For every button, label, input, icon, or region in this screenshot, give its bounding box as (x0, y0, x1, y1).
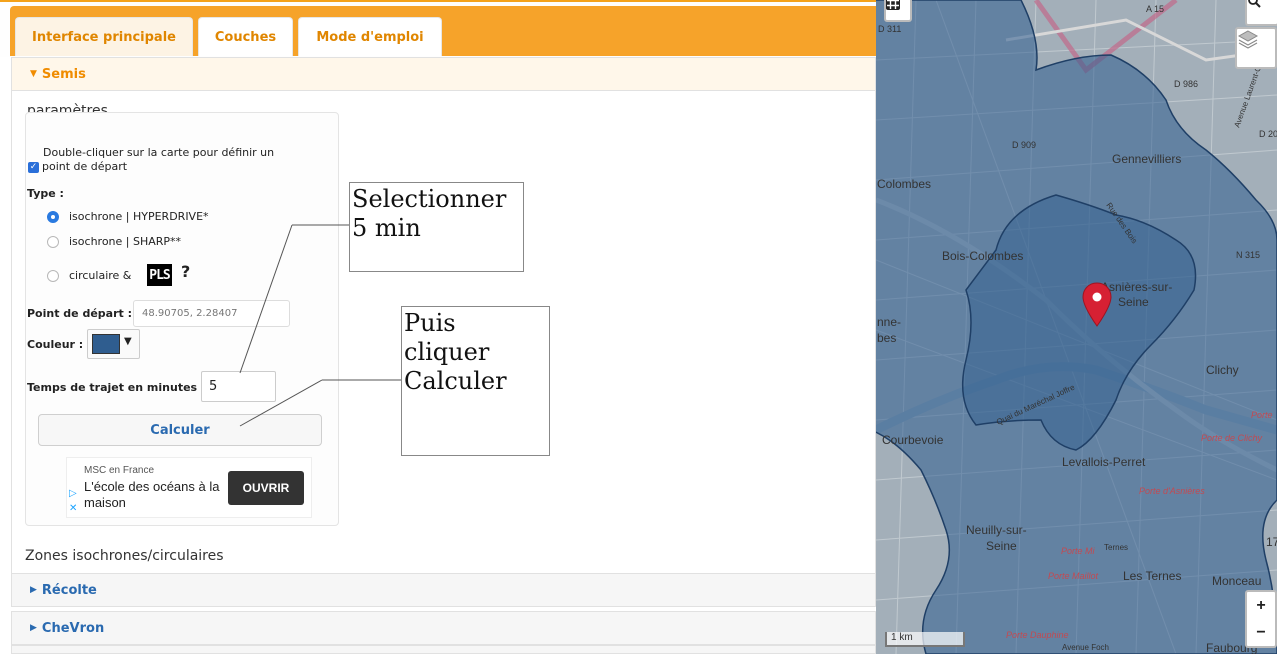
caret-right-icon: ▶ (30, 623, 37, 633)
accordion-chevron-label: CheVron (41, 620, 105, 636)
ad-source: MSC en France (84, 465, 155, 476)
map-label-n315: N 315 (1236, 250, 1260, 260)
map-label-porte-dauphine: Porte Dauphine (1006, 630, 1069, 640)
tab-interface-principale[interactable]: Interface principale (15, 17, 193, 56)
map-label-les-ternes: Les Ternes (1123, 569, 1181, 583)
tab-bar: Interface principale Couches Mode d'empl… (10, 6, 876, 56)
zoom-out-button[interactable]: − (1245, 619, 1277, 648)
layers-icon[interactable] (1235, 27, 1277, 69)
map-label-gennevilliers: Gennevilliers (1112, 152, 1181, 166)
radio-sharp[interactable] (47, 236, 59, 248)
map-label-neuilly-line1: Neuilly-sur- (966, 523, 1027, 537)
map-label-porte-mi: Porte Mi (1061, 546, 1096, 556)
annotation-note-click-calculer: Puis cliquer Calculer (401, 306, 550, 456)
accordion-next-header (11, 645, 876, 654)
map-label-courbevoie: Courbevoie (882, 433, 944, 447)
calculer-button[interactable]: Calculer (38, 414, 322, 446)
map-label-bes: bes (877, 331, 896, 345)
map-label-d311: D 311 (878, 24, 901, 34)
map-label-asnieres-line1: Asnières-sur- (1101, 280, 1172, 294)
dropdown-arrow-icon: ▼ (124, 336, 132, 347)
dblclick-checkbox-label: point de départ (42, 160, 128, 173)
ad-banner[interactable]: MSC en France L'école des océans à la ma… (66, 457, 312, 518)
map-scale-bar: 1 km (885, 632, 965, 647)
help-icon[interactable]: ? (181, 262, 190, 281)
map-label-porte-clichy: Porte de Clichy (1201, 433, 1263, 443)
radio-hyperdrive-label: isochrone | HYPERDRIVE* (69, 210, 209, 223)
map-label-porte-maillot: Porte Maillot (1048, 571, 1099, 581)
color-swatch (92, 334, 120, 354)
tab-mode-emploi[interactable]: Mode d'emploi (298, 17, 442, 56)
accordion-semis-label: Semis (41, 66, 86, 82)
tab-couches[interactable]: Couches (198, 17, 293, 56)
ad-close-icon[interactable]: ✕ (69, 503, 77, 514)
dblclick-instruction: Double-cliquer sur la carte pour définir… (43, 146, 275, 159)
left-panel: Interface principale Couches Mode d'empl… (0, 0, 876, 654)
map-label-a15: A 15 (1146, 4, 1164, 14)
radio-circulaire-label: circulaire & (69, 269, 132, 282)
map-label-d909: D 909 (1012, 140, 1036, 150)
radio-hyperdrive[interactable] (47, 211, 59, 223)
ad-open-button[interactable]: OUVRIR (228, 471, 304, 505)
caret-right-icon: ▶ (30, 585, 37, 595)
start-point-label: Point de départ : (27, 307, 133, 320)
map-label-bois-colombes: Bois-Colombes (942, 249, 1023, 263)
map-label-nne: nne- (877, 315, 901, 329)
map-label-monceau: Monceau (1212, 574, 1261, 588)
search-icon[interactable] (1245, 0, 1277, 26)
accordion-semis-header[interactable]: ▼ Semis (11, 57, 876, 91)
map-label-levallois: Levallois-Perret (1062, 455, 1146, 469)
map-label-neuilly-line2: Seine (986, 539, 1017, 553)
ad-title: L'école des océans à la maison (84, 479, 220, 510)
accordion-chevron-header[interactable]: ▶ CheVron (11, 611, 876, 645)
map-label-ternes-small: Ternes (1104, 543, 1128, 552)
pls-badge: PLS (147, 264, 172, 286)
annotation-note-select-5min: Selectionner 5 min (349, 182, 524, 272)
map-label-porte-asnieres: Porte d'Asnières (1139, 486, 1205, 496)
map-label-d986: D 986 (1174, 79, 1198, 89)
travel-time-input[interactable]: 5 (201, 371, 276, 402)
adchoices-play-icon[interactable]: ▷ (69, 488, 77, 499)
caret-down-icon: ▼ (30, 69, 37, 79)
radio-circulaire[interactable] (47, 270, 59, 282)
color-picker[interactable]: ▼ (87, 329, 140, 359)
dblclick-checkbox[interactable]: ✓ (28, 162, 39, 173)
radio-sharp-label: isochrone | SHARP** (69, 235, 182, 248)
travel-time-label: Temps de trajet en minutes : (27, 381, 206, 394)
map-label-colombes: Colombes (877, 177, 931, 191)
grid-toggle-icon[interactable] (884, 0, 912, 22)
map-panel[interactable]: A 15 D 311 D 986 D 909 D 20 N 315 Gennev… (876, 0, 1277, 654)
map-canvas[interactable]: A 15 D 311 D 986 D 909 D 20 N 315 Gennev… (876, 0, 1277, 654)
start-point-input[interactable]: 48.90705, 2.28407 (133, 300, 290, 327)
map-label-asnieres-line2: Seine (1118, 295, 1149, 309)
map-label-clichy: Clichy (1206, 363, 1239, 377)
accordion-recolte-label: Récolte (41, 582, 97, 598)
map-label-porte-right: Porte (1251, 410, 1273, 420)
accordion-recolte-header[interactable]: ▶ Récolte (11, 573, 876, 607)
map-label-avenue-foch: Avenue Foch (1062, 643, 1109, 652)
type-label: Type : (27, 187, 64, 200)
color-label: Couleur : (27, 338, 84, 351)
map-label-d20: D 20 (1259, 129, 1277, 139)
zones-title: Zones isochrones/circulaires (25, 548, 224, 564)
map-label-17: 17 (1266, 535, 1277, 549)
zoom-in-button[interactable]: + (1245, 590, 1277, 621)
